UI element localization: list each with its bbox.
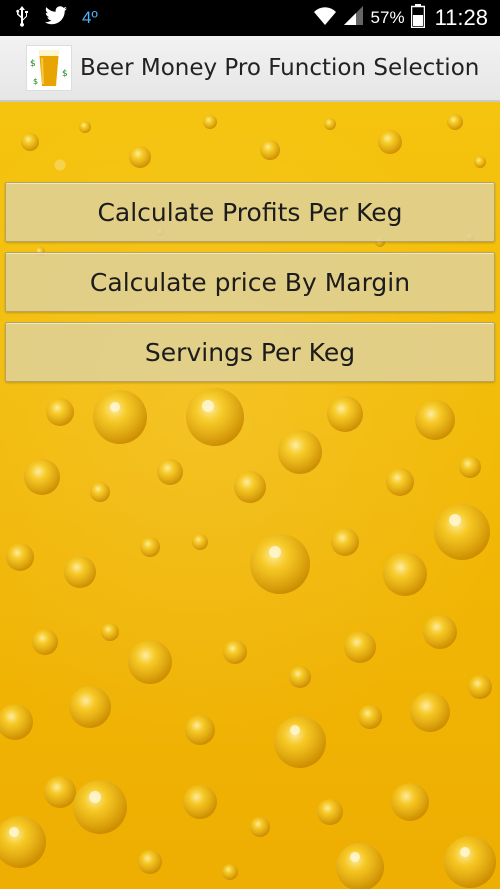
- signal-icon: [343, 6, 365, 30]
- temperature-text: 4º: [82, 8, 98, 27]
- svg-text:$: $: [30, 59, 36, 69]
- twitter-icon: [44, 6, 68, 30]
- calculate-price-by-margin-button[interactable]: Calculate price By Margin: [5, 252, 495, 312]
- battery-icon: [410, 4, 425, 32]
- clock: 11:28: [434, 5, 488, 30]
- usb-icon: [14, 5, 30, 31]
- svg-text:$: $: [33, 77, 38, 86]
- wifi-icon: [313, 6, 337, 30]
- status-bar: 4º 57% 11:28: [0, 0, 500, 36]
- page-title: Beer Money Pro Function Selection: [80, 55, 480, 81]
- svg-text:$: $: [62, 69, 68, 79]
- beer-glass-icon[interactable]: $ $ $: [26, 45, 72, 91]
- calculate-profits-button[interactable]: Calculate Profits Per Keg: [5, 182, 495, 242]
- beer-background: Calculate Profits Per Keg Calculate pric…: [0, 102, 500, 889]
- battery-percent: 57%: [370, 8, 405, 27]
- action-bar: $ $ $ Beer Money Pro Function Selection: [0, 36, 500, 102]
- servings-per-keg-button[interactable]: Servings Per Keg: [5, 322, 495, 382]
